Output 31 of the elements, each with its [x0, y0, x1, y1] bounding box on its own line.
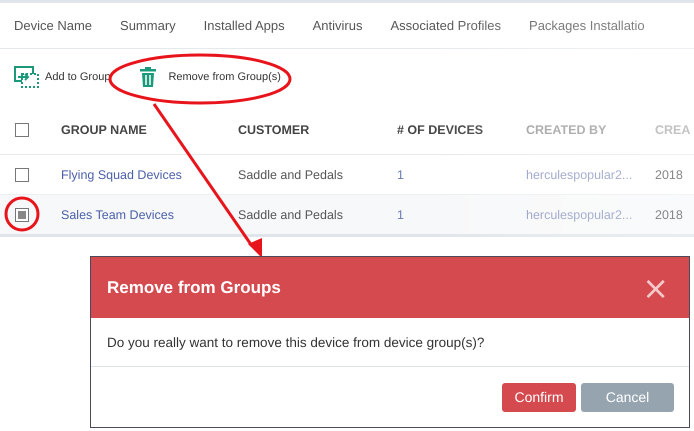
trash-icon	[140, 66, 156, 86]
add-to-group-icon	[14, 64, 40, 88]
toolbar-button[interactable]: Add to Group	[12, 62, 112, 90]
table-cell-text: herculespopular2...	[526, 208, 634, 222]
row-checkbox[interactable]	[15, 168, 29, 182]
group-name-link[interactable]: Sales Team Devices	[61, 208, 238, 222]
group-name-link[interactable]: Flying Squad Devices	[61, 168, 238, 182]
dialog-message: Do you really want to remove this device from device group(s)?	[107, 334, 484, 350]
table-cell-text: 2018	[655, 208, 684, 222]
confirm-button[interactable]: Confirm	[502, 382, 576, 412]
column-header: CREA	[655, 123, 692, 137]
row-checkbox[interactable]	[15, 208, 29, 222]
table-cell-text: Saddle and Pedals	[238, 208, 344, 222]
tab[interactable]: Summary	[110, 3, 186, 48]
column-header: # OF DEVICES	[397, 123, 484, 137]
column-header: CUSTOMER	[238, 123, 310, 137]
tab[interactable]: Device Name	[4, 3, 102, 48]
column-header: CREATED BY	[526, 123, 608, 137]
table-cell-text: herculespopular2...	[526, 168, 634, 182]
tab[interactable]: Installed Apps	[194, 3, 295, 48]
tab[interactable]: Packages Installatio	[519, 3, 655, 48]
table-cell-text: Saddle and Pedals	[238, 168, 344, 182]
dialog-title: Remove from Groups	[107, 278, 281, 298]
tab[interactable]: Associated Profiles	[380, 3, 512, 48]
select-all-checkbox[interactable]	[15, 123, 29, 137]
column-header: GROUP NAME	[61, 123, 148, 137]
table-cell-text: 1	[397, 168, 405, 182]
highlight-circle	[4, 196, 40, 232]
table-cell-text: 2018	[655, 168, 684, 182]
table-cell-text: 1	[397, 208, 405, 222]
tab[interactable]: Antivirus	[302, 3, 372, 48]
